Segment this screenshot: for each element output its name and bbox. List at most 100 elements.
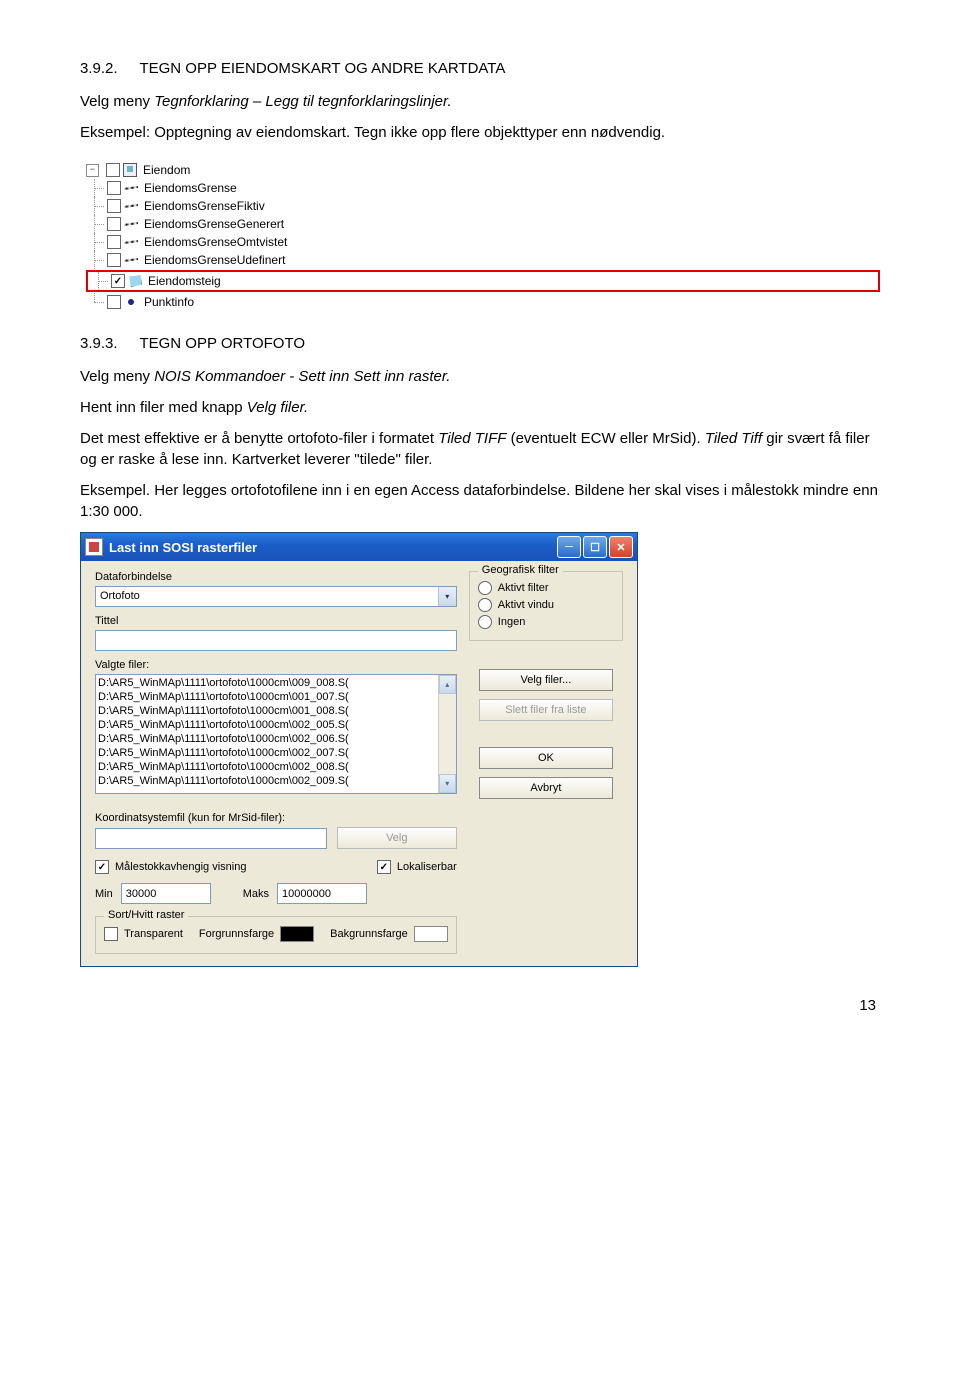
tree-item-label: EiendomsGrenseFiktiv xyxy=(141,199,265,213)
list-item[interactable]: D:\AR5_WinMAp\1111\ortofoto\1000cm\001_0… xyxy=(98,704,454,718)
section-title: TEGN OPP EIENDOMSKART OG ANDRE KARTDATA xyxy=(139,60,505,77)
line-layer-icon xyxy=(124,181,138,195)
sort-hvitt-group-label: Sort/Hvitt raster xyxy=(104,909,188,921)
checkbox-malestokk[interactable] xyxy=(95,860,109,874)
layer-group-icon xyxy=(123,163,137,177)
text: Velg meny xyxy=(80,368,154,385)
layer-tree[interactable]: − Eiendom EiendomsGrense EiendomsGrenseF… xyxy=(86,161,880,311)
checkbox[interactable] xyxy=(107,295,121,309)
paragraph: Hent inn filer med knapp Velg filer. xyxy=(80,397,880,418)
koord-input[interactable] xyxy=(95,828,327,849)
tree-item[interactable]: EiendomsGrenseGenerert xyxy=(86,215,880,233)
dropdown-arrow-icon[interactable] xyxy=(438,587,456,606)
minimize-button[interactable]: ─ xyxy=(557,536,581,558)
radio-ingen[interactable]: Ingen xyxy=(478,615,614,629)
radio-label: Aktivt filter xyxy=(498,582,549,594)
slett-filer-button: Slett filer fra liste xyxy=(479,699,613,721)
list-item[interactable]: D:\AR5_WinMAp\1111\ortofoto\1000cm\002_0… xyxy=(98,718,454,732)
scroll-up-icon[interactable]: ▴ xyxy=(439,675,456,694)
button-name-text: Velg filer. xyxy=(247,399,308,416)
foreground-color-swatch[interactable] xyxy=(280,926,314,942)
checkbox[interactable] xyxy=(107,253,121,267)
tree-item[interactable]: Punktinfo xyxy=(86,293,880,311)
text: Hent inn filer med knapp xyxy=(80,399,247,416)
lokaliserbar-label: Lokaliserbar xyxy=(397,861,457,873)
avbryt-button[interactable]: Avbryt xyxy=(479,777,613,799)
radio-aktivt-vindu[interactable]: Aktivt vindu xyxy=(478,598,614,612)
checkbox[interactable] xyxy=(107,217,121,231)
maximize-button[interactable]: ☐ xyxy=(583,536,607,558)
checkbox-checked[interactable] xyxy=(111,274,125,288)
tree-root-row[interactable]: − Eiendom xyxy=(86,161,880,179)
checkbox[interactable] xyxy=(107,199,121,213)
section-heading: 3.9.3. TEGN OPP ORTOFOTO xyxy=(80,335,880,352)
polygon-layer-icon xyxy=(128,274,142,288)
radio-label: Ingen xyxy=(498,616,526,628)
list-item[interactable]: D:\AR5_WinMAp\1111\ortofoto\1000cm\002_0… xyxy=(98,732,454,746)
valgte-filer-label: Valgte filer: xyxy=(95,659,457,671)
dataforbindelse-label: Dataforbindelse xyxy=(95,571,457,583)
tree-item-label: Punktinfo xyxy=(141,295,194,309)
paragraph: Velg meny NOIS Kommandoer - Sett inn Set… xyxy=(80,366,880,387)
page-number: 13 xyxy=(80,997,880,1014)
text: Velg meny xyxy=(80,93,154,110)
tree-item-selected[interactable]: Eiendomsteig xyxy=(90,272,876,290)
paragraph: Eksempel. Her legges ortofotofilene inn … xyxy=(80,480,880,522)
format-name-text: Tiled TIFF xyxy=(438,430,506,447)
checkbox[interactable] xyxy=(107,181,121,195)
checkbox[interactable] xyxy=(106,163,120,177)
tree-item[interactable]: EiendomsGrenseOmtvistet xyxy=(86,233,880,251)
tree-item-label: EiendomsGrenseOmtvistet xyxy=(141,235,287,249)
app-icon xyxy=(85,538,103,556)
scroll-track[interactable] xyxy=(439,694,456,774)
list-item[interactable]: D:\AR5_WinMAp\1111\ortofoto\1000cm\001_0… xyxy=(98,690,454,704)
tree-item[interactable]: EiendomsGrenseFiktiv xyxy=(86,197,880,215)
list-item[interactable]: D:\AR5_WinMAp\1111\ortofoto\1000cm\009_0… xyxy=(98,676,454,690)
file-listbox[interactable]: D:\AR5_WinMAp\1111\ortofoto\1000cm\009_0… xyxy=(95,674,457,794)
radio-icon[interactable] xyxy=(478,598,492,612)
text: (eventuelt ECW eller MrSid). xyxy=(506,430,704,447)
tree-root-label: Eiendom xyxy=(140,163,190,177)
forgrunn-label: Forgrunnsfarge xyxy=(199,928,274,940)
ok-button[interactable]: OK xyxy=(479,747,613,769)
line-layer-icon xyxy=(124,235,138,249)
radio-icon[interactable] xyxy=(478,581,492,595)
list-item[interactable]: D:\AR5_WinMAp\1111\ortofoto\1000cm\002_0… xyxy=(98,774,454,788)
bakgrunn-label: Bakgrunnsfarge xyxy=(330,928,408,940)
list-item[interactable]: D:\AR5_WinMAp\1111\ortofoto\1000cm\002_0… xyxy=(98,746,454,760)
scrollbar[interactable]: ▴ ▾ xyxy=(438,675,456,793)
section-title: TEGN OPP ORTOFOTO xyxy=(139,335,305,352)
tree-item[interactable]: EiendomsGrenseUdefinert xyxy=(86,251,880,269)
tree-item-label: EiendomsGrense xyxy=(141,181,237,195)
velg-button: Velg xyxy=(337,827,457,849)
min-input[interactable] xyxy=(121,883,211,904)
radio-aktivt-filter[interactable]: Aktivt filter xyxy=(478,581,614,595)
tittel-input[interactable] xyxy=(95,630,457,651)
malestokk-label: Målestokkavhengig visning xyxy=(115,861,246,873)
tree-item-label: Eiendomsteig xyxy=(145,274,221,288)
radio-icon[interactable] xyxy=(478,615,492,629)
paragraph: Det mest effektive er å benytte ortofoto… xyxy=(80,428,880,470)
scroll-down-icon[interactable]: ▾ xyxy=(439,774,456,793)
dialog-titlebar[interactable]: Last inn SOSI rasterfiler ─ ☐ ✕ xyxy=(81,533,637,561)
close-button[interactable]: ✕ xyxy=(609,536,633,558)
velg-filer-button[interactable]: Velg filer... xyxy=(479,669,613,691)
checkbox-lokaliserbar[interactable] xyxy=(377,860,391,874)
dataforbindelse-dropdown[interactable]: Ortofoto xyxy=(95,586,457,607)
checkbox[interactable] xyxy=(107,235,121,249)
maks-label: Maks xyxy=(243,888,269,900)
tree-item[interactable]: EiendomsGrense xyxy=(86,179,880,197)
transparent-label: Transparent xyxy=(124,928,183,940)
paragraph: Velg meny Tegnforklaring – Legg til tegn… xyxy=(80,91,880,112)
radio-label: Aktivt vindu xyxy=(498,599,554,611)
background-color-swatch[interactable] xyxy=(414,926,448,942)
tree-collapse-icon[interactable]: − xyxy=(86,164,99,177)
tree-item-label: EiendomsGrenseUdefinert xyxy=(141,253,285,267)
section-number: 3.9.2. xyxy=(80,60,118,77)
checkbox-transparent[interactable] xyxy=(104,927,118,941)
menu-path-text: NOIS Kommandoer - Sett inn Sett inn rast… xyxy=(154,368,450,385)
maks-input[interactable] xyxy=(277,883,367,904)
list-item[interactable]: D:\AR5_WinMAp\1111\ortofoto\1000cm\002_0… xyxy=(98,760,454,774)
section-number: 3.9.3. xyxy=(80,335,118,352)
section-heading: 3.9.2. TEGN OPP EIENDOMSKART OG ANDRE KA… xyxy=(80,60,880,77)
